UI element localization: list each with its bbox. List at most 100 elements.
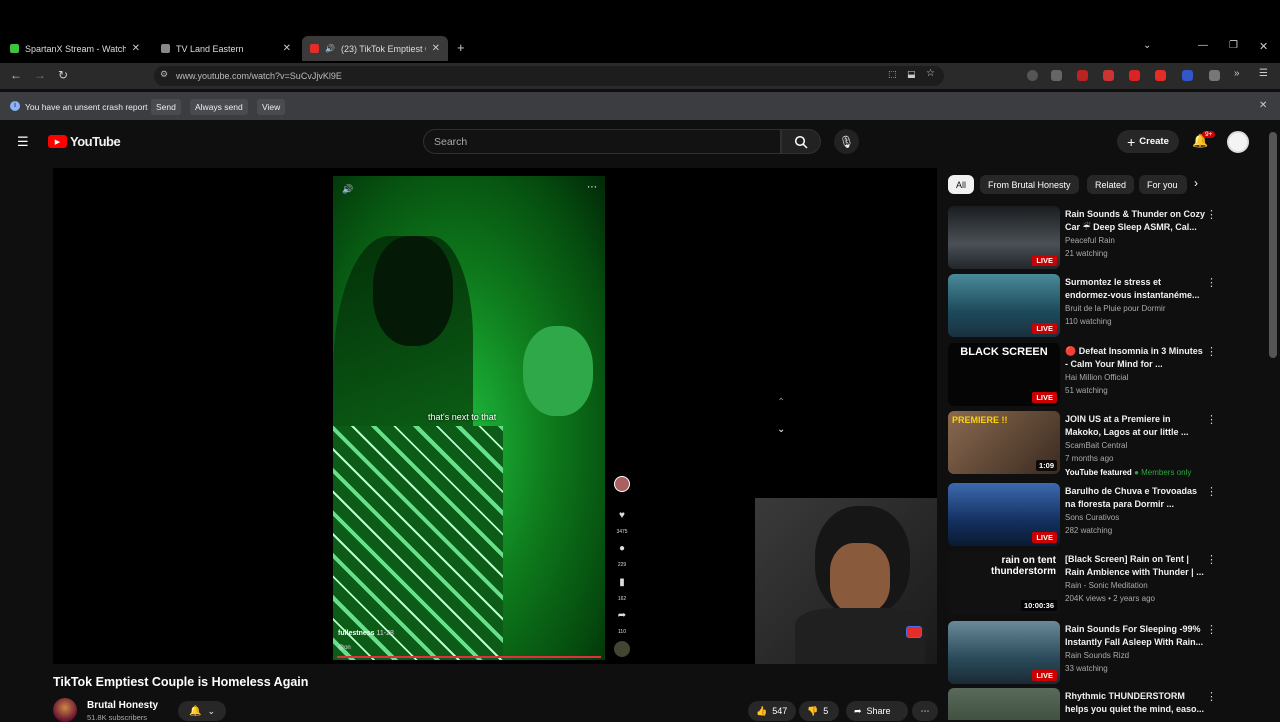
recommendation-item[interactable]: Rhythmic THUNDERSTORM helps you quiet th…	[948, 688, 1218, 720]
rec-channel[interactable]: Bruit de la Pluie pour Dormir	[1065, 304, 1165, 313]
tiktok-profile-avatar[interactable]	[614, 476, 630, 492]
more-vert-icon[interactable]: ⋮	[1206, 485, 1217, 498]
chip-all[interactable]: All	[948, 175, 975, 194]
browser-menu-icon[interactable]: ☰	[1259, 68, 1268, 79]
subscribed-notification-button[interactable]: 🔔 ⌄	[178, 701, 226, 721]
tiktok-share-icon[interactable]: ➦	[614, 610, 630, 621]
chip-for-you[interactable]: For you	[1139, 175, 1187, 194]
video-thumbnail[interactable]: LIVE	[948, 206, 1060, 269]
install-app-icon[interactable]: ⬓	[907, 69, 916, 80]
more-vert-icon[interactable]: ⋮	[1206, 690, 1217, 703]
forward-icon[interactable]: →	[34, 68, 46, 82]
more-vert-icon[interactable]: ⋮	[1206, 276, 1217, 289]
video-thumbnail[interactable]: LIVE	[948, 621, 1060, 684]
youtube-extension-icon[interactable]	[1155, 70, 1166, 81]
share-button[interactable]: ➦ Share	[846, 701, 908, 721]
recommendation-item[interactable]: PREMIERE !! 1:09 JOIN US at a Premiere i…	[948, 411, 1218, 477]
close-window-icon[interactable]: ✕	[1259, 40, 1268, 53]
video-thumbnail[interactable]	[948, 688, 1060, 720]
new-tab-icon[interactable]: +	[457, 40, 465, 55]
rec-channel[interactable]: Sons Curativos	[1065, 513, 1119, 522]
tiktok-more-icon[interactable]: ⋯	[587, 182, 597, 193]
rec-title[interactable]: JOIN US at a Premiere in Makoko, Lagos a…	[1065, 413, 1205, 439]
avatar[interactable]	[1227, 131, 1249, 153]
hamburger-menu-icon[interactable]: ☰	[17, 134, 29, 150]
video-thumbnail[interactable]: rain on tent thunderstorm 10:00:36	[948, 551, 1060, 614]
url-field[interactable]: www.youtube.com/watch?v=SuCvJjvKl9E	[154, 66, 944, 86]
extension-gray-icon[interactable]	[1209, 70, 1220, 81]
search-button[interactable]	[781, 129, 821, 154]
always-send-button[interactable]: Always send	[190, 99, 248, 115]
extension-blue-icon[interactable]	[1182, 70, 1193, 81]
page-scrollbar[interactable]	[1269, 132, 1277, 358]
tiktok-progress-track[interactable]	[337, 656, 601, 658]
rec-channel[interactable]: ScamBait Central	[1065, 441, 1127, 450]
back-icon[interactable]: ←	[10, 68, 22, 82]
rec-channel[interactable]: Hai Million Official	[1065, 373, 1128, 382]
channel-avatar[interactable]	[53, 698, 77, 722]
tiktok-up-arrow-icon[interactable]: ⌃	[777, 397, 785, 408]
more-vert-icon[interactable]: ⋮	[1206, 623, 1217, 636]
rec-title[interactable]: [Black Screen] Rain on Tent | Rain Ambie…	[1065, 553, 1205, 579]
screenshot-icon[interactable]: ⬚	[888, 69, 897, 80]
more-vert-icon[interactable]: ⋮	[1206, 553, 1217, 566]
rec-title[interactable]: Rain Sounds & Thunder on Cozy Car ☔ Deep…	[1065, 208, 1205, 234]
like-button[interactable]: 👍 547	[748, 701, 796, 721]
video-thumbnail[interactable]: PREMIERE !! 1:09	[948, 411, 1060, 474]
voice-search-button[interactable]: 🎙	[834, 129, 859, 154]
tiktok-down-arrow-icon[interactable]: ⌄	[777, 424, 785, 435]
recommendation-item[interactable]: LIVE Rain Sounds & Thunder on Cozy Car ☔…	[948, 206, 1218, 270]
rec-title[interactable]: 🔴 Defeat Insomnia in 3 Minutes - Calm Yo…	[1065, 345, 1205, 371]
more-actions-button[interactable]: ⋯	[912, 701, 938, 721]
close-tab-icon[interactable]: ✕	[132, 43, 140, 54]
rec-title[interactable]: Rhythmic THUNDERSTORM helps you quiet th…	[1065, 690, 1205, 716]
recommendation-item[interactable]: rain on tent thunderstorm 10:00:36 [Blac…	[948, 551, 1218, 615]
browser-tab-active[interactable]: 🔊 (23) TikTok Emptiest Couple ✕	[302, 36, 448, 61]
chip-related[interactable]: Related	[1087, 175, 1135, 194]
minimize-icon[interactable]: —	[1198, 40, 1208, 51]
youtube-logo[interactable]: ▶ YouTube	[48, 134, 121, 149]
extension-puzzle-icon[interactable]	[1051, 70, 1062, 81]
browser-tab[interactable]: SpartanX Stream - Watch Live c ✕	[2, 38, 148, 59]
recommendation-item[interactable]: LIVE Rain Sounds For Sleeping -99% Insta…	[948, 621, 1218, 685]
more-vert-icon[interactable]: ⋮	[1206, 208, 1217, 221]
chevron-right-icon[interactable]: ›	[1194, 176, 1198, 190]
recommendation-item[interactable]: LIVE Barulho de Chuva e Trovoadas na flo…	[948, 483, 1218, 547]
tiktok-save-icon[interactable]: ▮	[614, 577, 630, 588]
close-infobar-icon[interactable]: ✕	[1259, 100, 1267, 111]
rec-channel[interactable]: Peaceful Rain	[1065, 236, 1115, 245]
reload-icon[interactable]: ↻	[58, 68, 68, 82]
rec-channel[interactable]: Rain - Sonic Meditation	[1065, 581, 1148, 590]
extension-red-icon[interactable]	[1077, 70, 1088, 81]
site-info-icon[interactable]: ⚙	[160, 69, 168, 80]
rec-title[interactable]: Barulho de Chuva e Trovoadas na floresta…	[1065, 485, 1205, 511]
tiktok-like-icon[interactable]: ♥	[614, 510, 630, 521]
video-thumbnail[interactable]: LIVE	[948, 483, 1060, 546]
view-button[interactable]: View	[257, 99, 286, 115]
close-tab-icon[interactable]: ✕	[432, 43, 440, 54]
create-button[interactable]: + Create	[1117, 130, 1179, 153]
extensions-more-icon[interactable]: »	[1234, 68, 1240, 79]
channel-name[interactable]: Brutal Honesty	[87, 700, 158, 711]
search-input[interactable]: Search	[423, 129, 781, 154]
extension-red-icon[interactable]	[1103, 70, 1114, 81]
close-tab-icon[interactable]: ✕	[283, 43, 291, 54]
tab-search-icon[interactable]: ⌄	[1143, 40, 1151, 51]
browser-tab[interactable]: TV Land Eastern ✕	[153, 38, 299, 59]
more-vert-icon[interactable]: ⋮	[1206, 413, 1217, 426]
tiktok-comment-icon[interactable]: ●	[614, 543, 630, 554]
rec-title[interactable]: Surmontez le stress et endormez-vous ins…	[1065, 276, 1205, 302]
recommendation-item[interactable]: BLACK SCREEN LIVE 🔴 Defeat Insomnia in 3…	[948, 343, 1218, 407]
extension-red-icon[interactable]	[1129, 70, 1140, 81]
rec-title[interactable]: Rain Sounds For Sleeping -99% Instantly …	[1065, 623, 1205, 649]
volume-icon[interactable]: 🔊	[342, 184, 353, 195]
recommendation-item[interactable]: LIVE Surmontez le stress et endormez-vou…	[948, 274, 1218, 338]
send-button[interactable]: Send	[151, 99, 181, 115]
video-thumbnail[interactable]: BLACK SCREEN LIVE	[948, 343, 1060, 406]
video-thumbnail[interactable]: LIVE	[948, 274, 1060, 337]
rec-channel[interactable]: Rain Sounds Rizd	[1065, 651, 1129, 660]
dislike-button[interactable]: 👎 5	[799, 701, 839, 721]
chip-from-channel[interactable]: From Brutal Honesty	[980, 175, 1079, 194]
restore-icon[interactable]: ❐	[1229, 40, 1238, 51]
profile-extension-icon[interactable]	[1027, 70, 1038, 81]
